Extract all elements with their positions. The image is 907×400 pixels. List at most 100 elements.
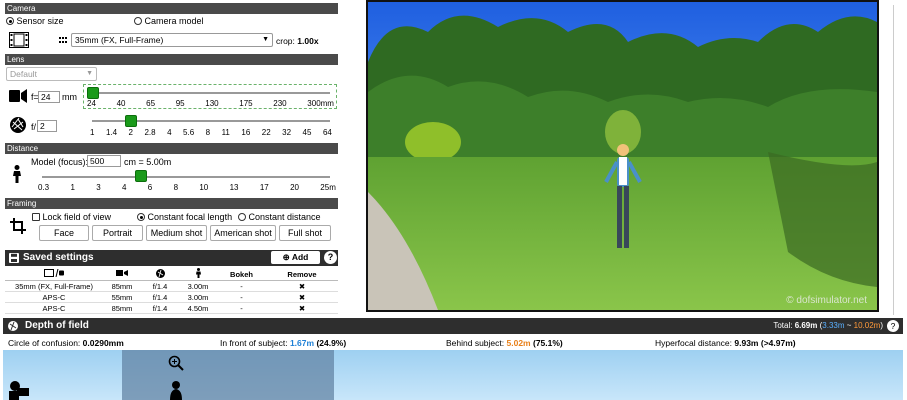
distance-cell: 4.50m bbox=[179, 302, 217, 314]
person-icon bbox=[195, 268, 201, 278]
sensor-size-select[interactable]: 35mm (FX, Full-Frame) ▼ bbox=[71, 33, 273, 47]
dof-help-icon[interactable]: ? bbox=[887, 320, 899, 332]
remove-icon[interactable]: ✖ bbox=[266, 280, 338, 292]
tick: 24 bbox=[87, 99, 96, 108]
remove-column-header: Remove bbox=[266, 268, 338, 281]
dof-total: Total: 6.69m (3.33m ~ 10.02m) bbox=[773, 321, 883, 330]
tick: 300mm bbox=[307, 99, 334, 108]
distance-slider-thumb[interactable] bbox=[135, 170, 147, 182]
zoom-icon[interactable] bbox=[168, 355, 184, 371]
total-label: Total: bbox=[773, 321, 793, 330]
film-camera-icon bbox=[44, 268, 64, 278]
person-icon bbox=[13, 165, 21, 183]
saved-help-icon[interactable]: ? bbox=[324, 251, 337, 264]
saved-settings-header: Saved settings ⊕ Add ? bbox=[5, 250, 338, 266]
behind-pct: (75.1%) bbox=[532, 338, 563, 348]
camera-section-header: Camera bbox=[5, 3, 338, 14]
focal-unit: mm bbox=[62, 92, 77, 102]
coc-value: 0.0290mm bbox=[82, 338, 124, 348]
scene-image bbox=[368, 2, 877, 310]
table-header-row: Bokeh Remove bbox=[5, 268, 338, 281]
aperture-icon bbox=[10, 117, 26, 133]
table-row[interactable]: APS-C 85mm f/1.4 4.50m - ✖ bbox=[5, 302, 338, 314]
lock-fov-option[interactable]: Lock field of view bbox=[32, 212, 111, 222]
video-camera-icon bbox=[116, 270, 128, 276]
save-icon bbox=[9, 253, 19, 263]
sensor-size-option[interactable]: Sensor size bbox=[6, 16, 64, 26]
saved-settings-table: Bokeh Remove 35mm (FX, Full-Frame) 85mm … bbox=[5, 268, 338, 314]
coc-info: Circle of confusion: 0.0290mm bbox=[8, 338, 124, 348]
focal-length-input[interactable]: 24 bbox=[38, 91, 60, 103]
constant-focal-option[interactable]: Constant focal length bbox=[137, 212, 232, 222]
aperture-prefix: f/ bbox=[31, 122, 37, 132]
dof-diagram bbox=[3, 350, 903, 400]
constant-distance-radio[interactable] bbox=[238, 213, 246, 221]
camera-model-radio[interactable] bbox=[134, 17, 142, 25]
table-row[interactable]: APS-C 55mm f/1.4 3.00m - ✖ bbox=[5, 291, 338, 303]
coc-label: Circle of confusion: bbox=[8, 338, 81, 348]
focus-distance-label: Model (focus): bbox=[31, 157, 89, 167]
tick: 8 bbox=[173, 183, 179, 192]
full-shot-button[interactable]: Full shot bbox=[279, 225, 331, 241]
tick: 3 bbox=[96, 183, 101, 192]
distance-slider-track[interactable] bbox=[42, 176, 330, 178]
lens-preset-select[interactable]: Default ▼ bbox=[6, 67, 97, 81]
dof-zone bbox=[122, 350, 334, 400]
portrait-button[interactable]: Portrait bbox=[92, 225, 143, 241]
remove-icon[interactable]: ✖ bbox=[266, 302, 338, 314]
crop-value: 1.00x bbox=[297, 36, 319, 46]
focal-cell: 85mm bbox=[103, 302, 141, 314]
tick: 1.4 bbox=[105, 128, 118, 137]
camera-model-label: Camera model bbox=[144, 16, 204, 26]
tick: 230 bbox=[273, 99, 287, 108]
tick: 64 bbox=[322, 128, 332, 137]
lock-fov-checkbox[interactable] bbox=[32, 213, 40, 221]
subject-silhouette-icon bbox=[170, 381, 182, 400]
sensor-size-radio[interactable] bbox=[6, 17, 14, 25]
focal-cell: 85mm bbox=[103, 280, 141, 292]
focal-slider-thumb[interactable] bbox=[87, 87, 99, 99]
behind-label: Behind subject: bbox=[446, 338, 505, 348]
lens-section-header: Lens bbox=[5, 54, 338, 65]
tick: 0.3 bbox=[38, 183, 50, 192]
distance-ticks: 0.3 1 3 4 6 8 10 13 17 20 25m bbox=[38, 183, 336, 192]
sensor-cell: APS-C bbox=[5, 291, 103, 303]
remove-icon[interactable]: ✖ bbox=[266, 291, 338, 303]
american-shot-button[interactable]: American shot bbox=[210, 225, 276, 241]
film-strip-icon bbox=[9, 32, 29, 48]
lock-fov-label: Lock field of view bbox=[42, 212, 112, 222]
focus-distance-input[interactable]: 500 bbox=[87, 155, 121, 167]
distance-section-header: Distance bbox=[5, 143, 338, 154]
aperture-cell: f/1.4 bbox=[141, 291, 179, 303]
tick: 6 bbox=[147, 183, 153, 192]
aperture-icon bbox=[155, 268, 165, 278]
tick: 8 bbox=[205, 128, 211, 137]
front-label: In front of subject: bbox=[220, 338, 288, 348]
constant-distance-option[interactable]: Constant distance bbox=[238, 212, 321, 222]
distance-cell: 3.00m bbox=[179, 291, 217, 303]
dof-header: Depth of field Total: 6.69m (3.33m ~ 10.… bbox=[3, 318, 903, 334]
tick: 45 bbox=[302, 128, 312, 137]
grid-icon bbox=[59, 37, 67, 43]
table-row[interactable]: 35mm (FX, Full-Frame) 85mm f/1.4 3.00m -… bbox=[5, 280, 338, 292]
add-button[interactable]: ⊕ Add bbox=[271, 251, 320, 264]
sensor-size-value: 35mm (FX, Full-Frame) bbox=[75, 35, 164, 45]
bokeh-cell: - bbox=[217, 291, 266, 303]
tick: 10 bbox=[199, 183, 209, 192]
camera-model-option[interactable]: Camera model bbox=[134, 16, 204, 26]
aperture-slider-thumb[interactable] bbox=[125, 115, 137, 127]
sensor-size-label: Sensor size bbox=[16, 16, 64, 26]
aperture-column-header bbox=[141, 268, 179, 281]
tick: 2.8 bbox=[144, 128, 156, 137]
focal-slider-track[interactable] bbox=[90, 92, 330, 94]
tick: 11 bbox=[221, 128, 230, 137]
crop-icon bbox=[10, 218, 26, 234]
aperture-input[interactable]: 2 bbox=[37, 120, 57, 132]
tick: 20 bbox=[290, 183, 299, 192]
tick: 16 bbox=[241, 128, 251, 137]
add-label: Add bbox=[291, 252, 309, 262]
medium-shot-button[interactable]: Medium shot bbox=[146, 225, 207, 241]
constant-focal-radio[interactable] bbox=[137, 213, 145, 221]
video-camera-icon bbox=[9, 89, 27, 103]
face-button[interactable]: Face bbox=[39, 225, 89, 241]
